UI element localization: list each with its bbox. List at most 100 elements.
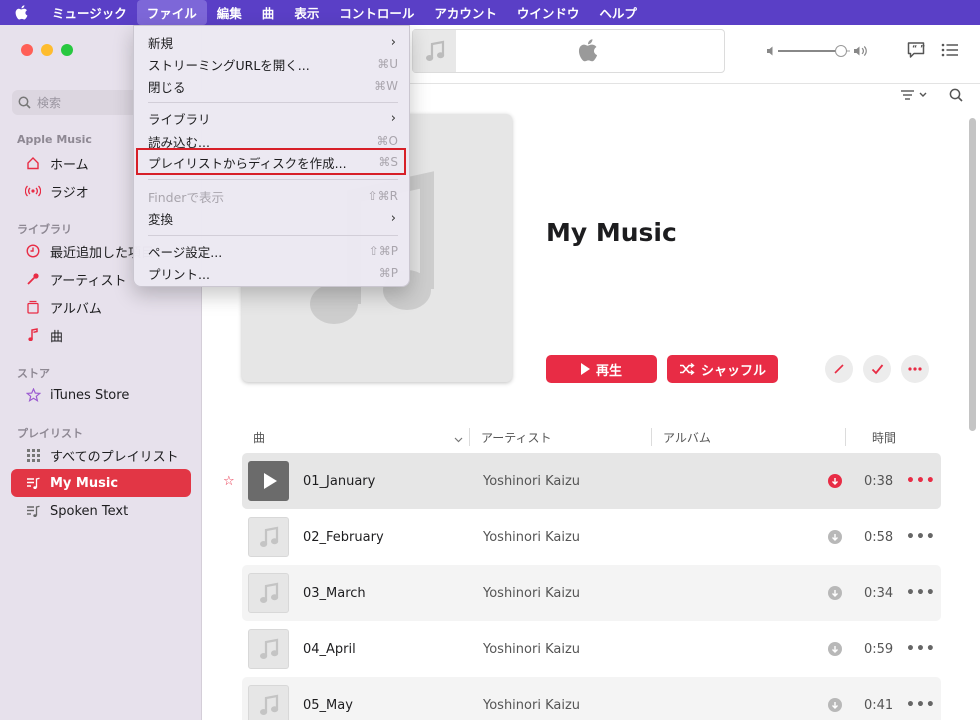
now-playing-display[interactable]	[412, 29, 725, 73]
menu-item-label: ページ設定...	[148, 244, 223, 260]
menu-item-print[interactable]: プリント... ⌘P	[148, 262, 398, 284]
add-to-library-button[interactable]	[863, 355, 891, 383]
play-button[interactable]: 再生	[546, 355, 657, 383]
close-window-button[interactable]	[21, 44, 33, 56]
lyrics-button[interactable]: “ ”	[906, 40, 926, 64]
download-icon[interactable]	[828, 530, 842, 544]
search-icon	[18, 96, 31, 109]
column-header-song[interactable]: 曲	[253, 426, 265, 448]
track-more-button[interactable]: •••	[906, 473, 936, 489]
menu-item-shortcut: ⌘U	[377, 57, 398, 71]
sidebar-item-all-playlists[interactable]: すべてのプレイリスト	[11, 441, 191, 469]
sidebar-item-label: アルバム	[50, 301, 102, 317]
column-header-time-label: 時間	[872, 430, 897, 445]
menu-item-new[interactable]: 新規 ›	[148, 31, 398, 53]
track-duration: 0:38	[864, 473, 894, 489]
menu-item-page-setup[interactable]: ページ設定... ⇧⌘P	[148, 240, 398, 262]
chevron-right-icon: ›	[390, 110, 396, 126]
menu-music[interactable]: ミュージック	[42, 0, 137, 25]
menu-item-label: 閉じる	[148, 79, 186, 95]
play-icon	[580, 363, 590, 375]
column-header-time[interactable]: 時間	[872, 426, 896, 448]
sidebar-item-my-music[interactable]: My Music	[11, 469, 191, 497]
menu-bar: ミュージック ファイル 編集 曲 表示 コントロール アカウント ウインドウ ヘ…	[0, 0, 980, 25]
column-divider	[469, 428, 470, 446]
sidebar-item-label: すべてのプレイリスト	[50, 449, 179, 465]
pencil-icon	[834, 364, 844, 374]
section-playlists: プレイリスト	[17, 427, 83, 440]
track-more-button[interactable]: •••	[906, 697, 936, 713]
track-more-button[interactable]: •••	[906, 529, 936, 545]
menu-item-shortcut: ⇧⌘P	[368, 244, 398, 258]
track-duration: 0:41	[864, 697, 894, 713]
track-artist: Yoshinori Kaizu	[483, 585, 581, 601]
table-row[interactable]: 05_May Yoshinori Kaizu 0:41 •••	[242, 677, 941, 720]
track-more-button[interactable]: •••	[906, 641, 936, 657]
sidebar-item-itunes-store[interactable]: iTunes Store	[11, 381, 191, 409]
sidebar-item-songs[interactable]: 曲	[11, 321, 191, 349]
chevron-down-icon	[454, 432, 463, 447]
album-icon	[25, 299, 41, 315]
column-header-song-label: 曲	[253, 430, 266, 445]
menu-item-close[interactable]: 閉じる ⌘W	[148, 75, 398, 97]
music-note-icon	[259, 694, 278, 715]
menu-item-library[interactable]: ライブラリ ›	[148, 107, 398, 129]
menu-item-shortcut: ⇧⌘R	[367, 189, 398, 203]
ellipsis-icon	[908, 367, 922, 371]
sidebar-item-albums[interactable]: アルバム	[11, 293, 191, 321]
track-more-button[interactable]: •••	[906, 585, 936, 601]
track-artwork[interactable]	[248, 461, 289, 501]
note-icon	[25, 327, 41, 343]
playlist-title: My Music	[546, 218, 677, 247]
play-icon	[263, 473, 277, 489]
sidebar-item-label: Spoken Text	[50, 503, 129, 519]
table-row[interactable]: 03_March Yoshinori Kaizu 0:34 •••	[242, 565, 941, 621]
favorite-star-icon[interactable]: ☆	[223, 474, 235, 489]
menu-window[interactable]: ウインドウ	[507, 0, 590, 25]
minimize-window-button[interactable]	[41, 44, 53, 56]
sidebar-item-label: 曲	[50, 329, 64, 345]
checkmark-icon	[871, 364, 883, 375]
highlight-box	[136, 148, 406, 175]
sidebar-item-spoken-text[interactable]: Spoken Text	[11, 497, 191, 525]
lyrics-icon: “ ”	[907, 42, 925, 58]
download-icon[interactable]	[828, 586, 842, 600]
table-row[interactable]: 02_February Yoshinori Kaizu 0:58 •••	[242, 509, 941, 565]
menu-file[interactable]: ファイル	[136, 0, 207, 25]
content-search-button[interactable]	[949, 88, 963, 106]
edit-playlist-button[interactable]	[825, 355, 853, 383]
download-icon[interactable]	[828, 642, 842, 656]
star-icon	[25, 387, 41, 403]
table-row[interactable]: 04_April Yoshinori Kaizu 0:59 •••	[242, 621, 941, 677]
music-note-icon	[259, 638, 278, 659]
menu-item-open-stream[interactable]: ストリーミングURLを開く... ⌘U	[148, 53, 398, 75]
menu-view[interactable]: 表示	[284, 0, 329, 25]
play-button-label: 再生	[595, 363, 622, 379]
sort-options-button[interactable]	[899, 88, 929, 106]
menu-item-show-in-finder: Finderで表示 ⇧⌘R	[148, 185, 398, 207]
menu-separator	[148, 179, 398, 180]
download-icon[interactable]	[828, 474, 842, 488]
more-options-button[interactable]	[901, 355, 929, 383]
menu-item-convert[interactable]: 変換 ›	[148, 207, 398, 229]
apple-menu[interactable]	[0, 0, 42, 25]
download-icon[interactable]	[828, 698, 842, 712]
column-header-album-label: アルバム	[663, 430, 711, 445]
column-header-album[interactable]: アルバム	[663, 426, 711, 448]
column-header-artist[interactable]: アーティスト	[481, 426, 552, 448]
menu-edit[interactable]: 編集	[207, 0, 252, 25]
menu-controls[interactable]: コントロール	[329, 0, 424, 25]
up-next-button[interactable]	[940, 40, 960, 64]
table-row[interactable]: 01_January Yoshinori Kaizu 0:38 •••	[242, 453, 941, 509]
volume-slider[interactable]	[766, 43, 870, 63]
column-divider	[651, 428, 652, 446]
menu-help[interactable]: ヘルプ	[589, 0, 647, 25]
menu-account[interactable]: アカウント	[424, 0, 507, 25]
section-library: ライブラリ	[17, 223, 72, 236]
shuffle-button[interactable]: シャッフル	[667, 355, 778, 383]
zoom-window-button[interactable]	[61, 44, 73, 56]
menu-song[interactable]: 曲	[252, 0, 285, 25]
sidebar-item-label: ホーム	[50, 157, 89, 173]
scrollbar[interactable]	[969, 118, 976, 431]
svg-text:“ ”: “ ”	[912, 44, 925, 53]
